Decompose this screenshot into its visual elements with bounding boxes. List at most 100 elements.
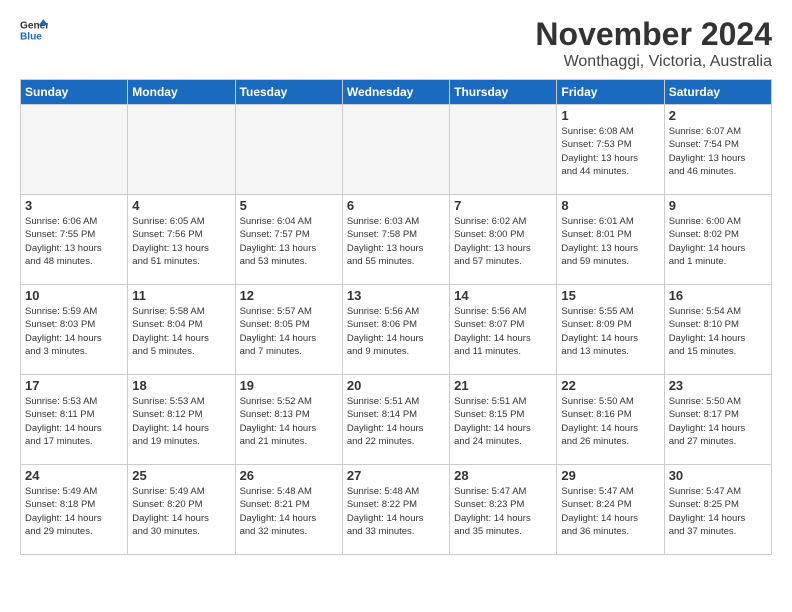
day-number: 11 xyxy=(132,288,230,303)
calendar-week-row: 3 Sunrise: 6:06 AM Sunset: 7:55 PM Daylig… xyxy=(21,195,772,285)
calendar-cell: 29Sunrise: 5:47 AM Sunset: 8:24 PM Dayli… xyxy=(557,465,664,555)
day-info: Sunrise: 5:51 AM Sunset: 8:14 PM Dayligh… xyxy=(347,395,445,448)
day-info: Sunrise: 5:49 AM Sunset: 8:20 PM Dayligh… xyxy=(132,485,230,538)
day-number: 20 xyxy=(347,378,445,393)
calendar-cell: 7Sunrise: 6:02 AM Sunset: 8:00 PM Daylig… xyxy=(450,195,557,285)
day-number: 17 xyxy=(25,378,123,393)
weekday-header: Monday xyxy=(128,80,235,105)
month-title: November 2024 xyxy=(535,16,772,53)
calendar-cell: 6 Sunrise: 6:03 AM Sunset: 7:58 PM Daylig… xyxy=(342,195,449,285)
calendar-cell: 24Sunrise: 5:49 AM Sunset: 8:18 PM Dayli… xyxy=(21,465,128,555)
day-info: Sunrise: 6:03 AM Sunset: 7:58 PM Dayligh… xyxy=(347,215,445,268)
day-info: Sunrise: 5:56 AM Sunset: 8:06 PM Dayligh… xyxy=(347,305,445,358)
day-info: Sunrise: 6:08 AM Sunset: 7:53 PM Dayligh… xyxy=(561,125,659,178)
calendar-cell: 17 Sunrise: 5:53 AM Sunset: 8:11 PM Dayli… xyxy=(21,375,128,465)
weekday-header-row: SundayMondayTuesdayWednesdayThursdayFrid… xyxy=(21,80,772,105)
day-number: 15 xyxy=(561,288,659,303)
day-info: Sunrise: 6:05 AM Sunset: 7:56 PM Dayligh… xyxy=(132,215,230,268)
day-info: Sunrise: 5:59 AM Sunset: 8:03 PM Dayligh… xyxy=(25,305,123,358)
calendar-cell: 26 Sunrise: 5:48 AM Sunset: 8:21 PM Dayli… xyxy=(235,465,342,555)
day-number: 5 xyxy=(240,198,338,213)
calendar-cell xyxy=(235,105,342,195)
day-number: 24 xyxy=(25,468,123,483)
weekday-header: Thursday xyxy=(450,80,557,105)
day-number: 4 xyxy=(132,198,230,213)
day-info: Sunrise: 6:00 AM Sunset: 8:02 PM Dayligh… xyxy=(669,215,767,268)
calendar-cell: 13 Sunrise: 5:56 AM Sunset: 8:06 PM Dayli… xyxy=(342,285,449,375)
day-number: 14 xyxy=(454,288,552,303)
day-number: 22 xyxy=(561,378,659,393)
day-info: Sunrise: 5:51 AM Sunset: 8:15 PM Dayligh… xyxy=(454,395,552,448)
calendar-week-row: 1 Sunrise: 6:08 AM Sunset: 7:53 PM Daylig… xyxy=(21,105,772,195)
calendar-cell: 9 Sunrise: 6:00 AM Sunset: 8:02 PM Daylig… xyxy=(664,195,771,285)
day-number: 18 xyxy=(132,378,230,393)
calendar-cell: 2Sunrise: 6:07 AM Sunset: 7:54 PM Daylig… xyxy=(664,105,771,195)
calendar-week-row: 17 Sunrise: 5:53 AM Sunset: 8:11 PM Dayli… xyxy=(21,375,772,465)
day-number: 27 xyxy=(347,468,445,483)
calendar-cell: 5 Sunrise: 6:04 AM Sunset: 7:57 PM Daylig… xyxy=(235,195,342,285)
day-number: 1 xyxy=(561,108,659,123)
calendar-cell: 8Sunrise: 6:01 AM Sunset: 8:01 PM Daylig… xyxy=(557,195,664,285)
calendar-cell: 12 Sunrise: 5:57 AM Sunset: 8:05 PM Dayli… xyxy=(235,285,342,375)
day-number: 23 xyxy=(669,378,767,393)
calendar-cell xyxy=(128,105,235,195)
day-info: Sunrise: 6:06 AM Sunset: 7:55 PM Dayligh… xyxy=(25,215,123,268)
day-info: Sunrise: 6:02 AM Sunset: 8:00 PM Dayligh… xyxy=(454,215,552,268)
calendar-week-row: 10 Sunrise: 5:59 AM Sunset: 8:03 PM Dayli… xyxy=(21,285,772,375)
title-area: November 2024 Wonthaggi, Victoria, Austr… xyxy=(535,16,772,71)
day-number: 25 xyxy=(132,468,230,483)
calendar-cell: 27Sunrise: 5:48 AM Sunset: 8:22 PM Dayli… xyxy=(342,465,449,555)
day-info: Sunrise: 5:58 AM Sunset: 8:04 PM Dayligh… xyxy=(132,305,230,358)
day-number: 8 xyxy=(561,198,659,213)
calendar-cell: 10 Sunrise: 5:59 AM Sunset: 8:03 PM Dayli… xyxy=(21,285,128,375)
logo: General Blue xyxy=(20,16,50,44)
weekday-header: Saturday xyxy=(664,80,771,105)
day-info: Sunrise: 6:04 AM Sunset: 7:57 PM Dayligh… xyxy=(240,215,338,268)
calendar-cell: 23 Sunrise: 5:50 AM Sunset: 8:17 PM Dayli… xyxy=(664,375,771,465)
calendar-cell: 16 Sunrise: 5:54 AM Sunset: 8:10 PM Dayli… xyxy=(664,285,771,375)
day-number: 10 xyxy=(25,288,123,303)
day-number: 12 xyxy=(240,288,338,303)
location-title: Wonthaggi, Victoria, Australia xyxy=(535,53,772,71)
day-info: Sunrise: 5:47 AM Sunset: 8:25 PM Dayligh… xyxy=(669,485,767,538)
calendar-cell xyxy=(21,105,128,195)
calendar-cell: 11 Sunrise: 5:58 AM Sunset: 8:04 PM Dayli… xyxy=(128,285,235,375)
calendar-cell: 30 Sunrise: 5:47 AM Sunset: 8:25 PM Dayli… xyxy=(664,465,771,555)
day-number: 13 xyxy=(347,288,445,303)
calendar-table: SundayMondayTuesdayWednesdayThursdayFrid… xyxy=(20,79,772,555)
calendar-cell: 25 Sunrise: 5:49 AM Sunset: 8:20 PM Dayli… xyxy=(128,465,235,555)
day-info: Sunrise: 5:47 AM Sunset: 8:23 PM Dayligh… xyxy=(454,485,552,538)
day-info: Sunrise: 5:53 AM Sunset: 8:12 PM Dayligh… xyxy=(132,395,230,448)
calendar-cell: 14Sunrise: 5:56 AM Sunset: 8:07 PM Dayli… xyxy=(450,285,557,375)
day-number: 6 xyxy=(347,198,445,213)
day-info: Sunrise: 5:54 AM Sunset: 8:10 PM Dayligh… xyxy=(669,305,767,358)
weekday-header: Tuesday xyxy=(235,80,342,105)
day-number: 26 xyxy=(240,468,338,483)
day-info: Sunrise: 5:57 AM Sunset: 8:05 PM Dayligh… xyxy=(240,305,338,358)
calendar-week-row: 24Sunrise: 5:49 AM Sunset: 8:18 PM Dayli… xyxy=(21,465,772,555)
calendar-cell: 20 Sunrise: 5:51 AM Sunset: 8:14 PM Dayli… xyxy=(342,375,449,465)
day-number: 30 xyxy=(669,468,767,483)
calendar-cell: 15 Sunrise: 5:55 AM Sunset: 8:09 PM Dayli… xyxy=(557,285,664,375)
calendar-cell: 3 Sunrise: 6:06 AM Sunset: 7:55 PM Daylig… xyxy=(21,195,128,285)
calendar-cell: 21 Sunrise: 5:51 AM Sunset: 8:15 PM Dayli… xyxy=(450,375,557,465)
weekday-header: Friday xyxy=(557,80,664,105)
calendar-cell: 1 Sunrise: 6:08 AM Sunset: 7:53 PM Daylig… xyxy=(557,105,664,195)
day-info: Sunrise: 5:55 AM Sunset: 8:09 PM Dayligh… xyxy=(561,305,659,358)
header: General Blue November 2024 Wonthaggi, Vi… xyxy=(20,16,772,71)
calendar-cell xyxy=(450,105,557,195)
weekday-header: Wednesday xyxy=(342,80,449,105)
day-number: 3 xyxy=(25,198,123,213)
day-number: 29 xyxy=(561,468,659,483)
day-number: 16 xyxy=(669,288,767,303)
calendar-cell xyxy=(342,105,449,195)
weekday-header: Sunday xyxy=(21,80,128,105)
day-info: Sunrise: 5:53 AM Sunset: 8:11 PM Dayligh… xyxy=(25,395,123,448)
day-number: 21 xyxy=(454,378,552,393)
calendar-cell: 22Sunrise: 5:50 AM Sunset: 8:16 PM Dayli… xyxy=(557,375,664,465)
svg-text:Blue: Blue xyxy=(20,31,42,42)
day-number: 9 xyxy=(669,198,767,213)
day-info: Sunrise: 5:50 AM Sunset: 8:17 PM Dayligh… xyxy=(669,395,767,448)
day-number: 19 xyxy=(240,378,338,393)
day-info: Sunrise: 5:48 AM Sunset: 8:21 PM Dayligh… xyxy=(240,485,338,538)
